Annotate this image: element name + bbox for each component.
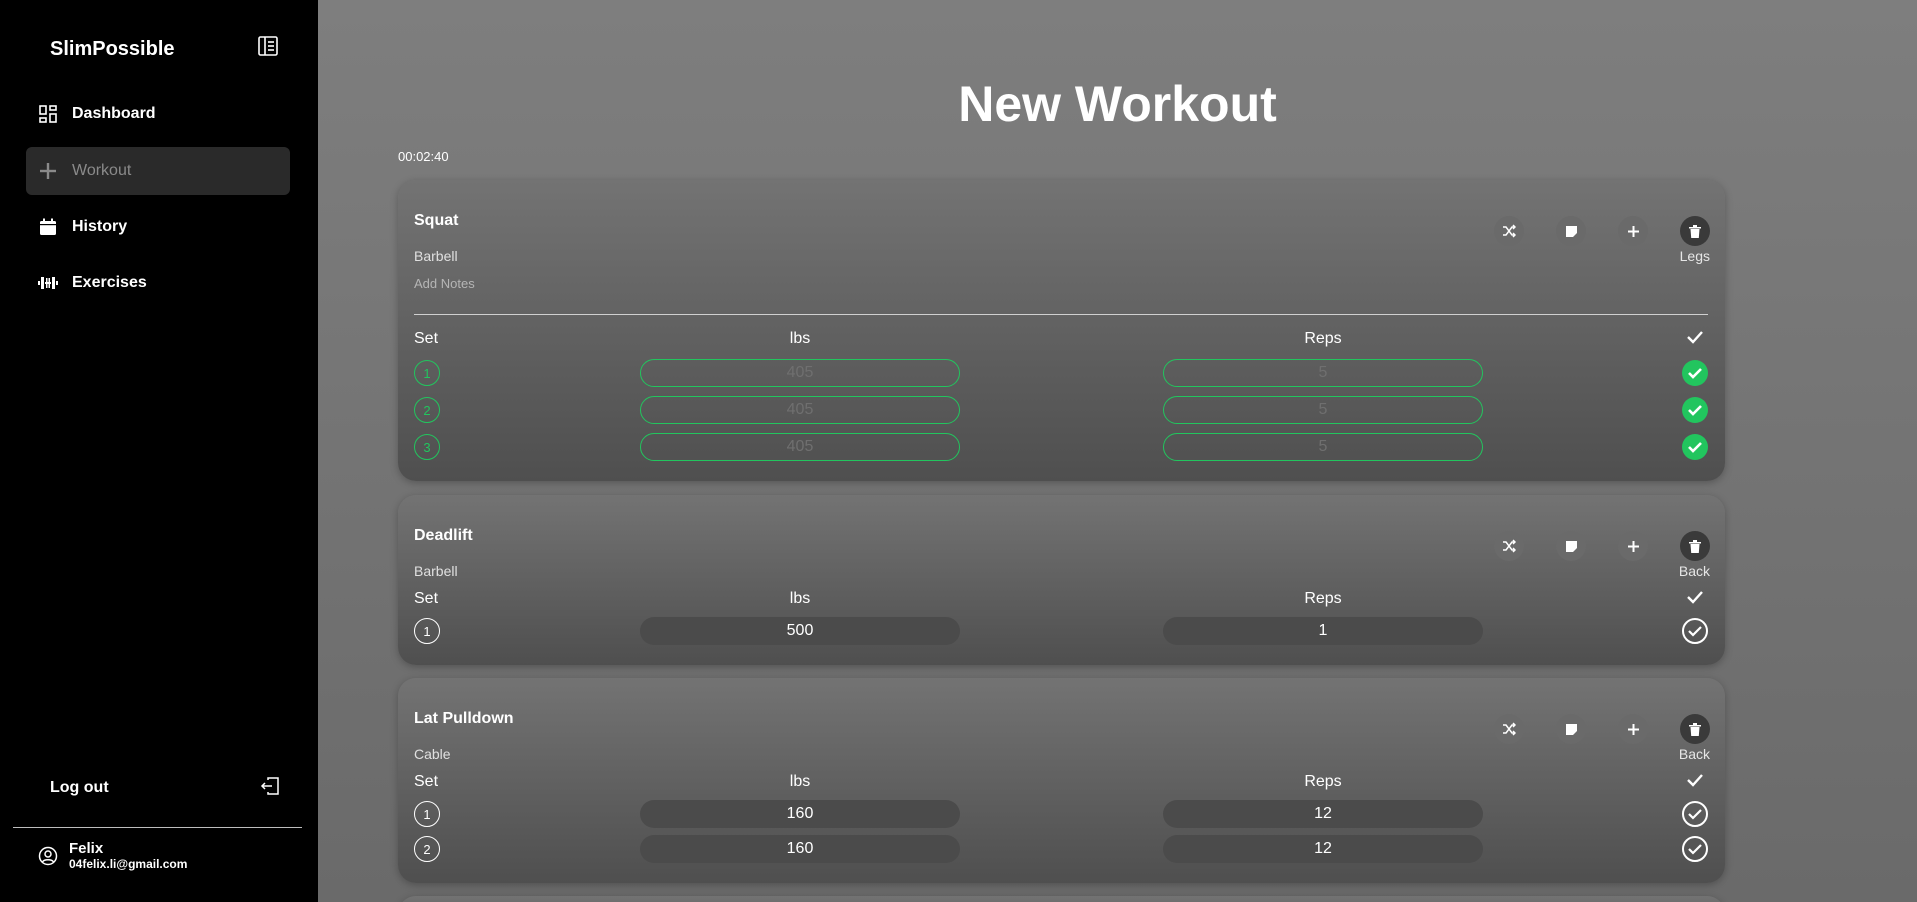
set-row: 1 500 1: [414, 616, 1708, 646]
shuffle-icon[interactable]: [1494, 216, 1524, 246]
weight-input[interactable]: 160: [640, 800, 960, 828]
dashboard-icon: [38, 104, 58, 124]
weight-input[interactable]: 405: [640, 359, 960, 387]
logout-button[interactable]: Log out: [50, 776, 280, 800]
reps-input[interactable]: 12: [1163, 835, 1483, 863]
complete-set-check-icon[interactable]: [1682, 434, 1708, 460]
user-email: 04felix.li@gmail.com: [69, 857, 188, 871]
shuffle-icon[interactable]: [1494, 714, 1524, 744]
exercise-card: Squat Barbell Add Notes Legs Set lbs Rep…: [398, 180, 1725, 481]
set-header: Set: [414, 330, 439, 347]
exercise-name: Lat Pulldown: [414, 710, 514, 727]
exercise-equipment: Barbell: [414, 563, 458, 579]
user-profile[interactable]: Felix 04felix.li@gmail.com: [38, 840, 187, 871]
exercise-equipment: Cable: [414, 746, 451, 762]
sidebar-item-history[interactable]: History: [26, 203, 290, 251]
main-content: New Workout 00:02:40 Squat Barbell Add N…: [318, 0, 1917, 902]
exercise-card: Deadlift Barbell Back Set lbs Reps 1 500…: [398, 495, 1725, 665]
lbs-header: lbs: [789, 330, 811, 347]
set-row: 2 160 12: [414, 834, 1708, 864]
weight-input[interactable]: 405: [640, 433, 960, 461]
sidebar-item-label: Dashboard: [72, 105, 156, 122]
lbs-header: lbs: [789, 590, 811, 607]
add-set-icon[interactable]: [1618, 216, 1648, 246]
set-number: 1: [414, 801, 440, 827]
card-divider: [414, 314, 1708, 315]
sidebar-divider: [13, 827, 302, 828]
set-header: Set: [414, 773, 439, 790]
weight-input[interactable]: 405: [640, 396, 960, 424]
trash-icon[interactable]: [1680, 531, 1710, 561]
add-set-icon[interactable]: [1618, 531, 1648, 561]
sidebar-item-workout[interactable]: Workout: [26, 147, 290, 195]
set-number: 1: [414, 618, 440, 644]
check-header-icon: [1682, 330, 1708, 344]
sidebar-toggle-icon[interactable]: [256, 34, 280, 58]
complete-set-check-icon[interactable]: [1682, 360, 1708, 386]
trash-icon[interactable]: [1680, 714, 1710, 744]
user-name: Felix: [69, 840, 104, 857]
reps-header: Reps: [1304, 773, 1342, 790]
reps-input[interactable]: 5: [1163, 433, 1483, 461]
exercise-name: Squat: [414, 212, 459, 229]
reps-input[interactable]: 5: [1163, 359, 1483, 387]
exercise-actions: [1494, 216, 1710, 246]
complete-set-check-icon[interactable]: [1682, 836, 1708, 862]
set-row: 1 405 5: [414, 358, 1708, 388]
reps-header: Reps: [1304, 330, 1342, 347]
weight-input[interactable]: 500: [640, 617, 960, 645]
exercise-card: Lat Pulldown Cable Back Set lbs Reps 1 1…: [398, 678, 1725, 883]
muscle-group: Legs: [1679, 248, 1710, 264]
muscle-group: Back: [1678, 563, 1710, 579]
sidebar-item-dashboard[interactable]: Dashboard: [26, 90, 290, 138]
set-number: 1: [414, 360, 440, 386]
plus-icon: [38, 161, 58, 181]
exercise-card: [398, 896, 1725, 902]
reps-header: Reps: [1304, 590, 1342, 607]
sidebar-item-exercises[interactable]: Exercises: [26, 259, 290, 307]
lbs-header: lbs: [789, 773, 811, 790]
reps-input[interactable]: 12: [1163, 800, 1483, 828]
sidebar-item-label: Workout: [72, 162, 132, 179]
exercise-actions: [1494, 531, 1710, 561]
sets-header: Set lbs Reps: [414, 330, 1708, 360]
set-number: 2: [414, 836, 440, 862]
dumbbell-icon: [38, 273, 58, 293]
complete-set-check-icon[interactable]: [1682, 397, 1708, 423]
set-row: 2 405 5: [414, 395, 1708, 425]
set-row: 1 160 12: [414, 799, 1708, 829]
set-number: 2: [414, 397, 440, 423]
complete-set-check-icon[interactable]: [1682, 618, 1708, 644]
user-avatar-icon: [38, 846, 58, 866]
calendar-icon: [38, 217, 58, 237]
muscle-group: Back: [1678, 746, 1710, 762]
logout-icon: [260, 776, 280, 800]
check-header-icon: [1682, 773, 1708, 787]
check-header-icon: [1682, 590, 1708, 604]
set-header: Set: [414, 590, 439, 607]
add-notes-field[interactable]: Add Notes: [414, 276, 475, 291]
sidebar: SlimPossible Dashboard Workout History E…: [0, 0, 318, 902]
reps-input[interactable]: 5: [1163, 396, 1483, 424]
brand-logo[interactable]: SlimPossible: [50, 38, 175, 61]
reps-input[interactable]: 1: [1163, 617, 1483, 645]
workout-timer: 00:02:40: [398, 149, 449, 164]
set-number: 3: [414, 434, 440, 460]
weight-input[interactable]: 160: [640, 835, 960, 863]
complete-set-check-icon[interactable]: [1682, 801, 1708, 827]
exercise-actions: [1494, 714, 1710, 744]
exercise-equipment: Barbell: [414, 248, 458, 264]
logout-label: Log out: [50, 779, 109, 796]
note-icon[interactable]: [1556, 714, 1586, 744]
trash-icon[interactable]: [1680, 216, 1710, 246]
note-icon[interactable]: [1556, 531, 1586, 561]
add-set-icon[interactable]: [1618, 714, 1648, 744]
set-row: 3 405 5: [414, 432, 1708, 462]
sidebar-item-label: History: [72, 218, 128, 235]
sidebar-item-label: Exercises: [72, 274, 147, 291]
note-icon[interactable]: [1556, 216, 1586, 246]
page-title: New Workout: [958, 76, 1277, 132]
shuffle-icon[interactable]: [1494, 531, 1524, 561]
exercise-name: Deadlift: [414, 527, 473, 544]
